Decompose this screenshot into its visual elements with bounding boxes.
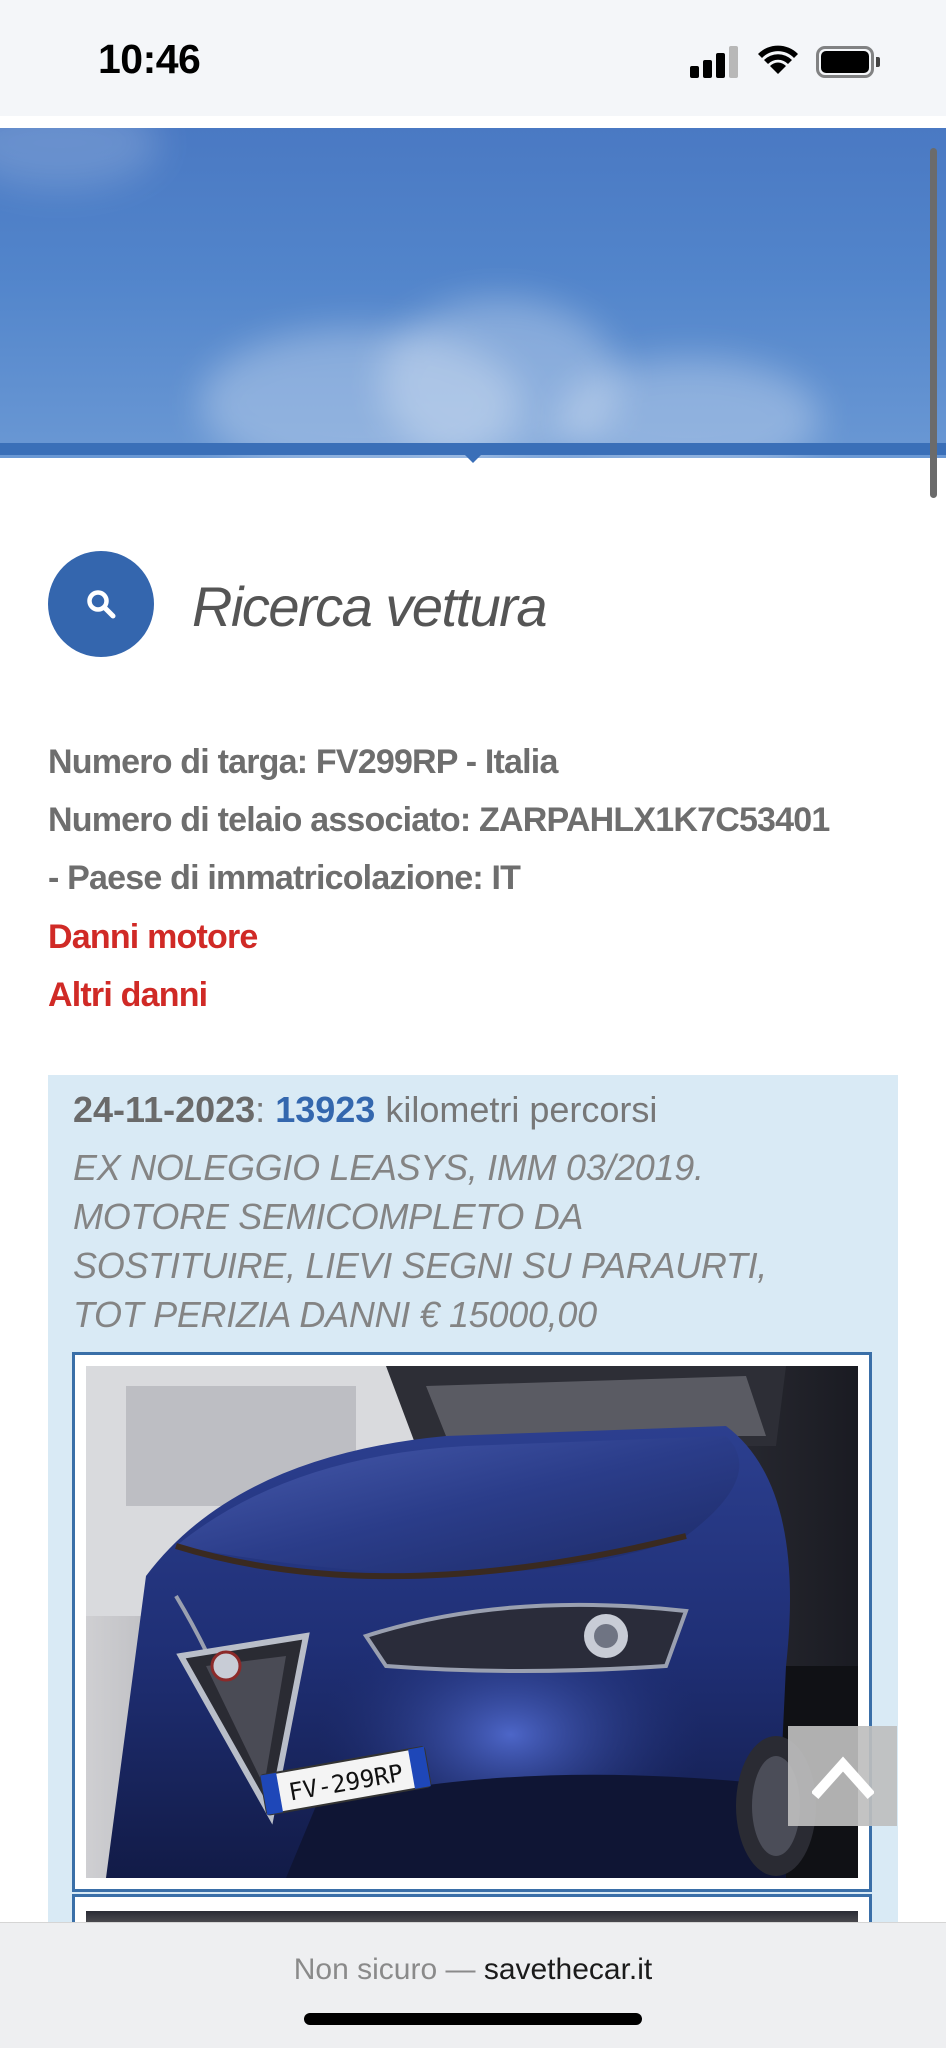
chevron-up-icon	[812, 1756, 874, 1800]
record-date-separator: :	[255, 1089, 266, 1130]
battery-icon	[816, 46, 880, 78]
car-photo[interactable]: FV-299RP	[86, 1366, 858, 1878]
search-icon	[48, 551, 154, 657]
wifi-icon	[756, 44, 800, 78]
vin-number: Numero di telaio associato: ZARPAHLX1K7C…	[48, 801, 830, 839]
record-km: 13923	[275, 1089, 376, 1130]
signal-icon	[690, 46, 740, 78]
scrollbar[interactable]	[930, 148, 937, 498]
engine-damage-link[interactable]: Danni motore	[48, 918, 258, 957]
back-to-top-button[interactable]	[788, 1726, 897, 1826]
registration-country: - Paese di immatricolazione: IT	[48, 859, 521, 897]
record-km-label: kilometri percorsi	[385, 1089, 658, 1130]
history-record: 24-11-2023: 13923 kilometri percorsi EX …	[48, 1075, 898, 2048]
record-date: 24-11-2023	[73, 1089, 256, 1130]
browser-address-bar[interactable]: Non sicuro — savethecar.it	[0, 1922, 946, 2048]
home-indicator[interactable]	[304, 2013, 642, 2025]
status-bar: 10:46	[0, 0, 946, 116]
status-time: 10:46	[98, 36, 201, 82]
domain-label: savethecar.it	[483, 1953, 653, 1986]
car-photo-frame[interactable]: FV-299RP	[72, 1352, 872, 1892]
record-note-line: MOTORE SEMICOMPLETO DA	[73, 1196, 584, 1237]
record-note-line: SOSTITUIRE, LIEVI SEGNI SU PARAURTI,	[73, 1245, 768, 1286]
plate-number: Numero di targa: FV299RP - Italia	[48, 743, 558, 781]
other-damage-link[interactable]: Altri danni	[48, 976, 208, 1015]
record-note-line: EX NOLEGGIO LEASYS, IMM 03/2019.	[73, 1147, 704, 1188]
address-text[interactable]: Non sicuro — savethecar.it	[0, 1953, 946, 1987]
record-summary: 24-11-2023: 13923 kilometri percorsi	[73, 1089, 657, 1131]
divider-notch	[461, 451, 485, 463]
record-note: EX NOLEGGIO LEASYS, IMM 03/2019. MOTORE …	[73, 1143, 873, 1339]
record-note-line: TOT PERIZIA DANNI € 15000,00	[73, 1294, 597, 1335]
hero-banner	[0, 128, 946, 458]
page-title: Ricerca vettura	[192, 575, 548, 638]
security-label: Non sicuro —	[293, 1953, 476, 1986]
